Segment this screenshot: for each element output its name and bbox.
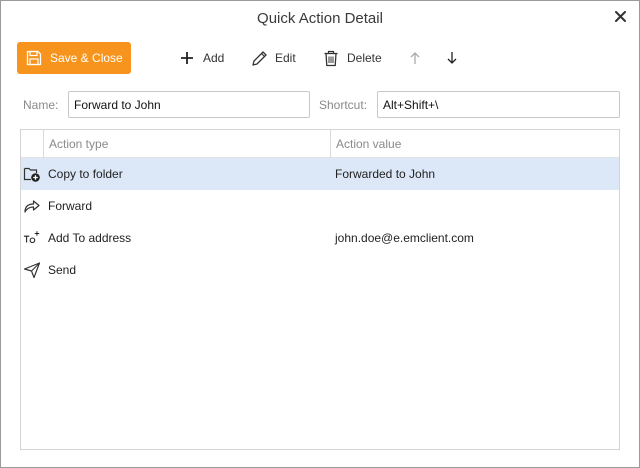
header-action-value[interactable]: Action value xyxy=(331,130,619,158)
action-type-cell: Copy to folder xyxy=(48,167,123,181)
delete-label: Delete xyxy=(347,51,382,65)
name-field[interactable] xyxy=(68,91,310,118)
toolbar: Save & Close Add Edit Delete xyxy=(17,42,623,74)
add-to-address-icon xyxy=(23,229,41,247)
table-row[interactable]: Add To address john.doe@e.emclient.com xyxy=(21,222,619,254)
close-button[interactable] xyxy=(611,9,629,27)
move-up-button[interactable] xyxy=(406,42,424,74)
window-title: Quick Action Detail xyxy=(257,10,383,27)
table-row[interactable]: Copy to folder Forwarded to John xyxy=(21,158,619,190)
quick-action-detail-window: Quick Action Detail Save & Close Add Edi… xyxy=(0,0,640,468)
table-row[interactable]: Send xyxy=(21,254,619,286)
shortcut-label: Shortcut: xyxy=(319,98,368,112)
edit-button[interactable]: Edit xyxy=(250,42,296,74)
arrow-down-icon xyxy=(443,49,461,67)
arrow-up-icon xyxy=(406,49,424,67)
grid-header: Action type Action value xyxy=(21,130,619,158)
plus-icon xyxy=(178,49,196,67)
fields-row: Name: Shortcut: xyxy=(1,91,640,119)
move-down-button[interactable] xyxy=(443,42,461,74)
copy-to-folder-icon xyxy=(23,165,41,183)
table-row[interactable]: Forward xyxy=(21,190,619,222)
action-type-cell: Send xyxy=(48,263,77,277)
save-and-close-label: Save & Close xyxy=(50,51,123,65)
save-icon xyxy=(25,49,43,67)
title-bar: Quick Action Detail xyxy=(1,1,639,37)
save-and-close-button[interactable]: Save & Close xyxy=(17,42,131,74)
name-label: Name: xyxy=(23,98,59,112)
action-type-cell: Add To address xyxy=(48,231,132,245)
header-action-type[interactable]: Action type xyxy=(44,130,331,158)
add-label: Add xyxy=(203,51,225,65)
forward-icon xyxy=(23,197,41,215)
send-icon xyxy=(23,261,41,279)
pencil-icon xyxy=(250,49,268,67)
delete-button[interactable]: Delete xyxy=(322,42,382,74)
action-value-cell: Forwarded to John xyxy=(335,167,436,181)
actions-grid: Action type Action value Copy to folder … xyxy=(20,129,620,450)
add-button[interactable]: Add xyxy=(178,42,224,74)
action-type-cell: Forward xyxy=(48,199,93,213)
edit-label: Edit xyxy=(275,51,296,65)
shortcut-field[interactable] xyxy=(377,91,620,118)
action-value-cell: john.doe@e.emclient.com xyxy=(335,231,474,245)
trash-icon xyxy=(322,49,340,67)
close-icon xyxy=(614,11,626,25)
